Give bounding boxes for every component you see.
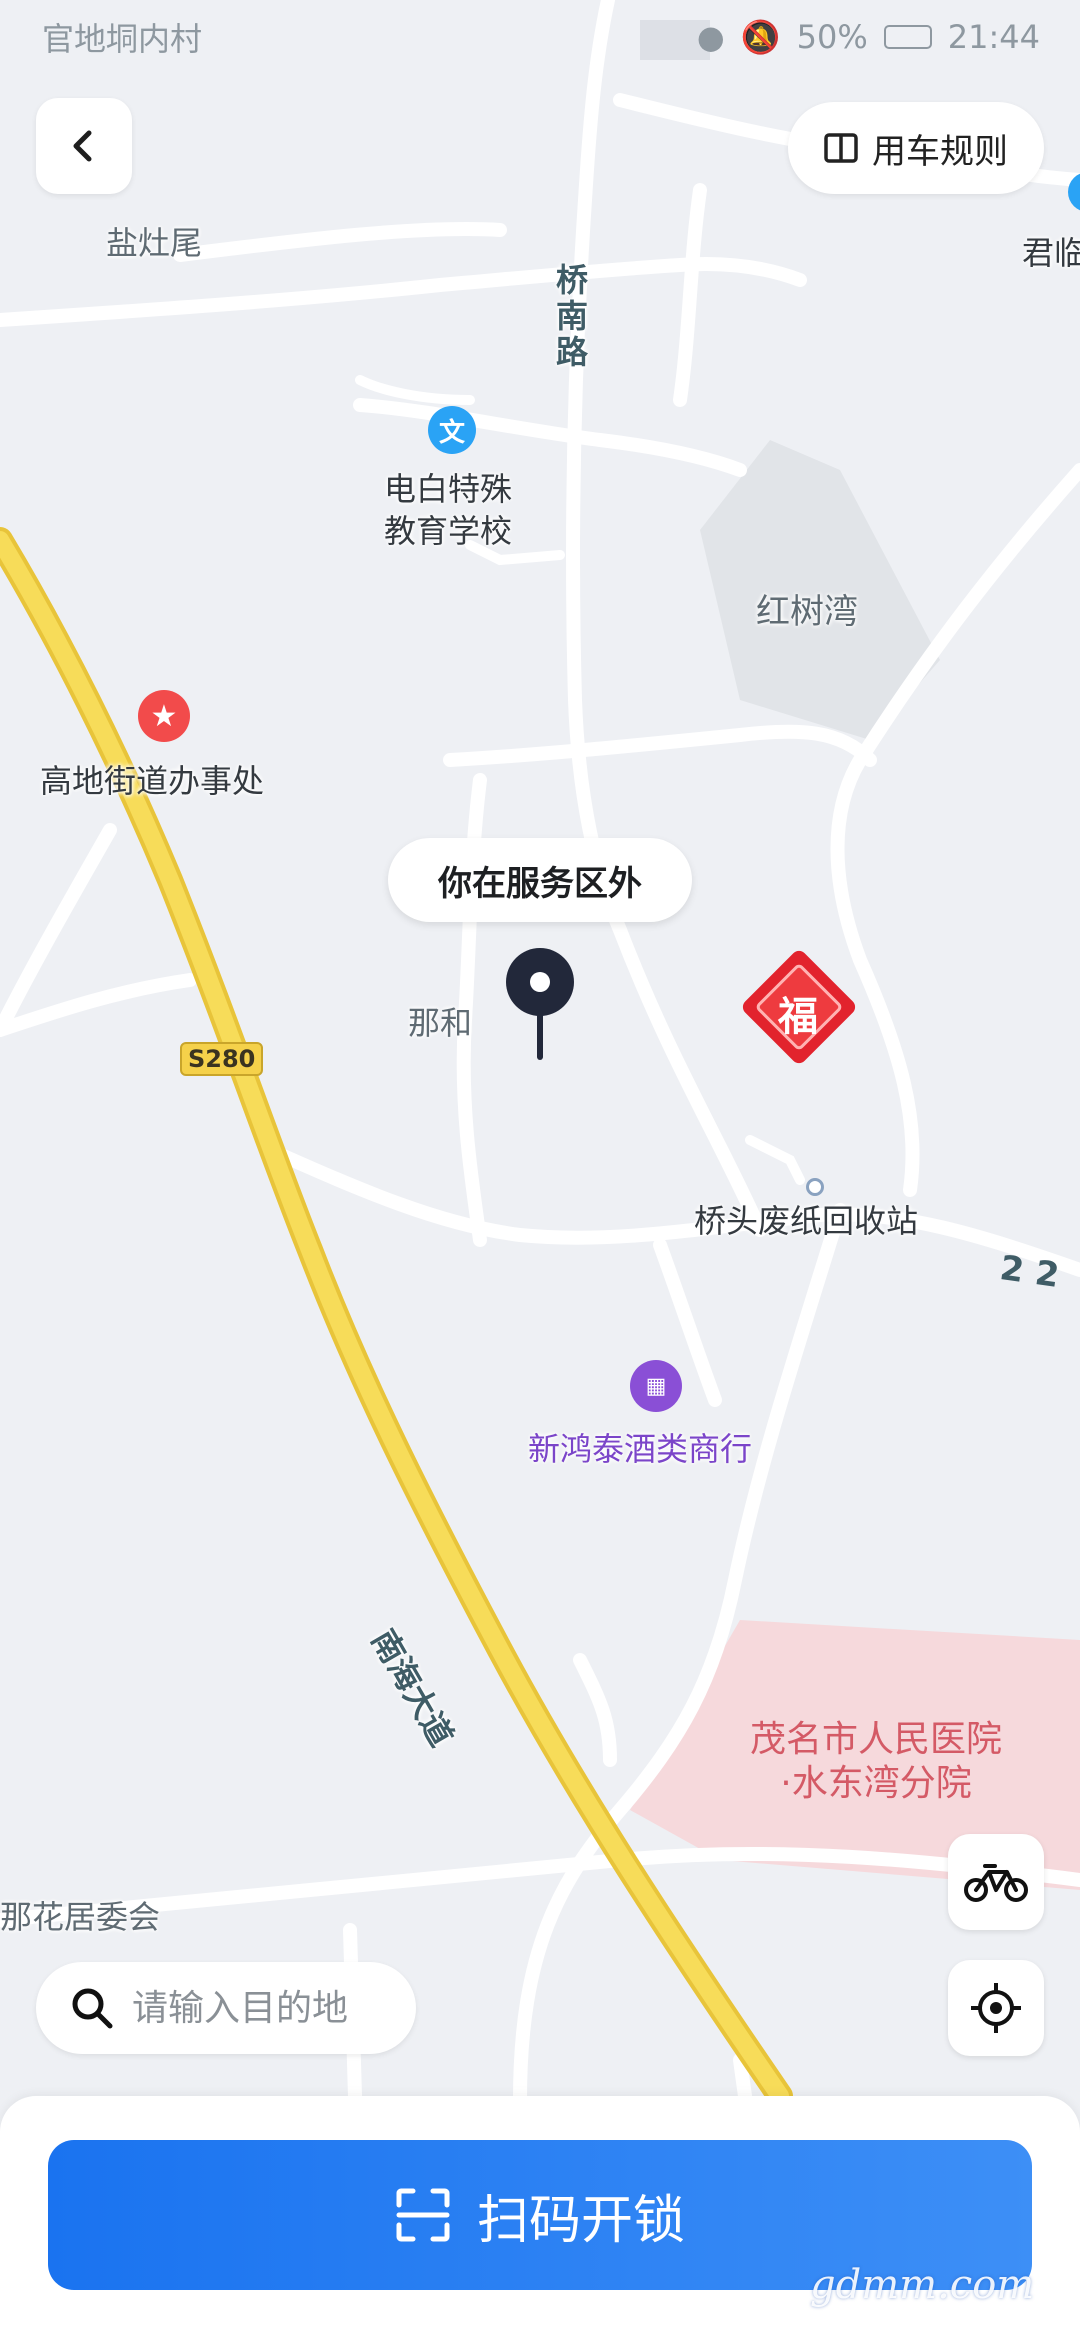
status-icons: ● 🔕 50% 21:44: [697, 18, 1040, 56]
bike-button[interactable]: [948, 1834, 1044, 1930]
map-label-gaodi-office: 高地街道办事处: [40, 762, 265, 800]
map-label-nahua: 那花居委会: [0, 1898, 161, 1936]
location-icon: ●: [696, 18, 725, 56]
map-label-recycling: 桥头废纸回收站: [694, 1202, 919, 1240]
clock: 21:44: [947, 18, 1040, 56]
map-label-school-line1: 电白特殊: [384, 470, 513, 508]
map-label-hospital-line1: 茂名市人民医院: [750, 1719, 1003, 1760]
usage-rules-label: 用车规则: [872, 131, 1008, 172]
book-icon: [824, 133, 858, 163]
recycling-poi-icon: [806, 1178, 824, 1196]
school-poi-icon[interactable]: 文: [428, 406, 476, 454]
service-area-callout: 你在服务区外: [388, 838, 692, 922]
destination-search[interactable]: [36, 1962, 416, 2054]
location-pin-icon: [506, 948, 574, 1060]
search-icon: [72, 1988, 113, 2029]
scan-icon: [396, 2188, 450, 2242]
battery-level: 50%: [796, 18, 868, 56]
government-poi-icon[interactable]: ★: [138, 690, 190, 742]
map-label-hongshuwan: 红树湾: [756, 592, 858, 632]
locate-button[interactable]: [948, 1960, 1044, 2056]
back-button[interactable]: [36, 98, 132, 194]
status-bar: 官地垌内村 ● 🔕 50% 21:44: [0, 0, 1080, 80]
mute-icon: 🔕: [740, 18, 781, 56]
scan-unlock-label: 扫码开锁: [476, 2190, 685, 2251]
map-label-road-22: 2 2: [997, 1248, 1062, 1296]
destination-input[interactable]: [132, 1987, 392, 2029]
usage-rules-button[interactable]: 用车规则: [788, 102, 1044, 194]
battery-icon: [883, 25, 932, 49]
bicycle-icon: [964, 1864, 1028, 1902]
watermark: gdmm.com: [810, 2262, 1035, 2308]
fu-badge-label: 福: [778, 994, 818, 1040]
carrier-name: 官地垌内村: [42, 20, 203, 58]
map-label-nahe: 那和: [408, 1004, 473, 1042]
shop-poi-icon[interactable]: ▦: [630, 1360, 682, 1412]
map-label-hospital-line2: ·水东湾分院: [780, 1763, 972, 1804]
chevron-left-icon: [73, 130, 92, 162]
map-label-liquor-shop: 新鸿泰酒类商行: [528, 1430, 753, 1468]
map-label-yanzaowei: 盐灶尾: [106, 224, 203, 262]
map-label-junlin: 君临: [1022, 234, 1080, 272]
map-label-qiaonan-road: 桥南路: [556, 261, 589, 371]
map-label-hospital: 茂名市人民医院 ·水东湾分院: [750, 1718, 1002, 1806]
route-shield-s280: S280: [180, 1042, 264, 1076]
map-label-school: 电白特殊 教育学校: [384, 468, 512, 552]
crosshair-icon: [971, 1983, 1021, 2033]
map-label-school-line2: 教育学校: [384, 512, 513, 550]
